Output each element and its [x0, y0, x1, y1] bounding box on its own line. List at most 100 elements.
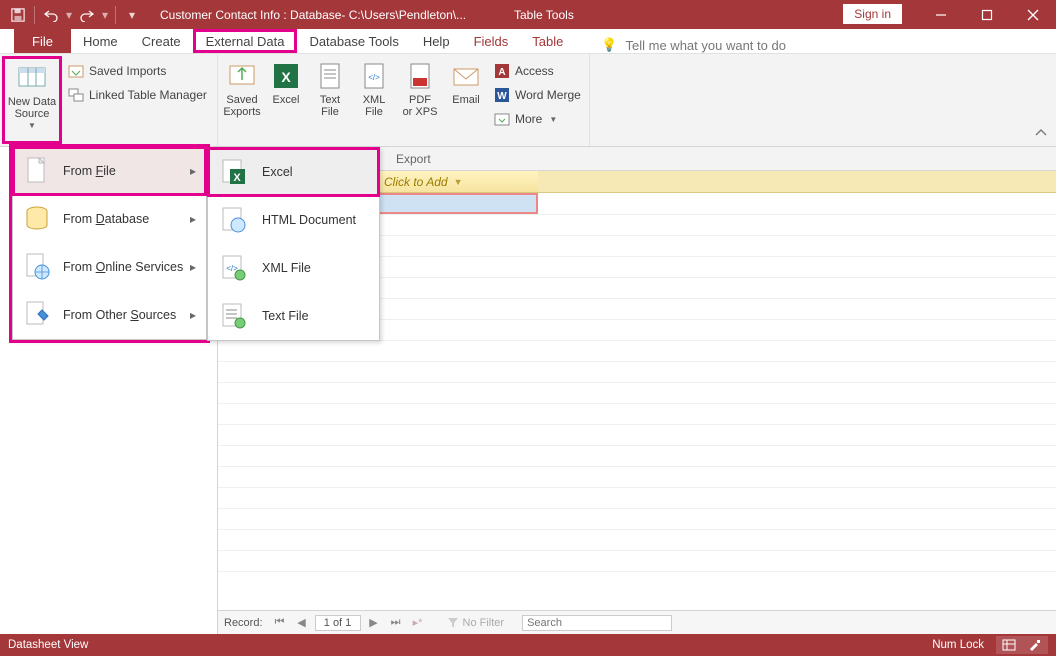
- linked-table-manager-button[interactable]: Linked Table Manager: [68, 84, 207, 106]
- export-pdf-label: PDF or XPS: [403, 94, 438, 118]
- lightbulb-icon: 💡: [601, 37, 617, 53]
- svg-text:</>: </>: [368, 73, 380, 82]
- ribbon: New Data Source ▼ Saved Imports Linked T…: [0, 54, 1056, 147]
- from-file-label: From File: [63, 164, 116, 178]
- from-online-services-menu-item[interactable]: From Online Services ▸: [13, 243, 206, 291]
- xml-icon: </>: [220, 254, 248, 282]
- separator: [115, 6, 116, 24]
- datasheet-view-button[interactable]: [996, 636, 1022, 654]
- redo-icon[interactable]: [75, 3, 99, 27]
- export-access-button[interactable]: A Access: [494, 60, 581, 82]
- last-record-button[interactable]: ⏭: [387, 616, 405, 629]
- new-data-source-button[interactable]: New Data Source ▼: [4, 58, 60, 142]
- ribbon-group-import: New Data Source ▼ Saved Imports Linked T…: [0, 54, 218, 146]
- search-box[interactable]: [522, 615, 672, 631]
- dropdown-caret-icon: ▼: [454, 177, 463, 187]
- tab-table[interactable]: Table: [520, 29, 575, 53]
- status-bar: Datasheet View Num Lock: [0, 634, 1056, 656]
- record-label: Record:: [224, 617, 263, 629]
- minimize-button[interactable]: [918, 0, 964, 29]
- from-file-submenu: X Excel HTML Document </> XML File Text …: [207, 147, 380, 341]
- no-filter-label: No Filter: [463, 617, 505, 629]
- export-word-merge-label: Word Merge: [515, 88, 581, 102]
- tab-external-data[interactable]: External Data: [193, 29, 298, 53]
- export-more-button[interactable]: More ▼: [494, 108, 581, 130]
- import-text-menu-item[interactable]: Text File: [208, 292, 379, 340]
- close-button[interactable]: [1010, 0, 1056, 29]
- svg-text:W: W: [497, 91, 507, 102]
- database-icon: [23, 205, 51, 233]
- saved-exports-icon: [226, 60, 258, 92]
- new-data-source-menu: From File ▸ From Database ▸ From Online …: [12, 147, 207, 340]
- qat-customize-icon[interactable]: ▾: [120, 3, 144, 27]
- quick-access-toolbar: ▾ ▾ ▾: [0, 3, 144, 27]
- export-xml-label: XML File: [363, 94, 386, 118]
- redo-dropdown-icon[interactable]: ▾: [99, 3, 111, 27]
- chevron-right-icon: ▸: [190, 260, 196, 274]
- collapse-ribbon-button[interactable]: [1034, 128, 1048, 138]
- title-bar: ▾ ▾ ▾ Customer Contact Info : Database- …: [0, 0, 1056, 29]
- from-file-menu-item[interactable]: From File ▸: [13, 147, 206, 195]
- saved-exports-button[interactable]: Saved Exports: [220, 56, 264, 144]
- click-to-add-column[interactable]: Click to Add ▼: [378, 171, 538, 192]
- new-record-button[interactable]: ▸*: [409, 616, 427, 629]
- record-position[interactable]: 1 of 1: [315, 615, 361, 631]
- from-other-label: From Other Sources: [63, 308, 176, 322]
- import-html-menu-item[interactable]: HTML Document: [208, 196, 379, 244]
- save-icon[interactable]: [6, 3, 30, 27]
- undo-icon[interactable]: [39, 3, 63, 27]
- saved-imports-button[interactable]: Saved Imports: [68, 60, 207, 82]
- import-html-label: HTML Document: [262, 213, 356, 227]
- new-data-source-icon: [16, 62, 48, 94]
- excel-icon: X: [270, 60, 302, 92]
- linked-table-manager-label: Linked Table Manager: [89, 88, 207, 102]
- import-xml-menu-item[interactable]: </> XML File: [208, 244, 379, 292]
- text-file-icon: [314, 60, 346, 92]
- import-excel-menu-item[interactable]: X Excel: [208, 148, 379, 196]
- export-email-button[interactable]: Email: [444, 56, 488, 144]
- from-other-sources-menu-item[interactable]: From Other Sources ▸: [13, 291, 206, 339]
- first-record-button[interactable]: ⏮: [271, 616, 289, 629]
- export-xml-button[interactable]: </> XML File: [352, 56, 396, 144]
- other-sources-icon: [23, 301, 51, 329]
- svg-text:X: X: [233, 172, 241, 184]
- filter-indicator[interactable]: No Filter: [447, 617, 505, 629]
- tell-me-placeholder: Tell me what you want to do: [626, 38, 786, 53]
- svg-text:X: X: [281, 69, 291, 85]
- export-excel-button[interactable]: X Excel: [264, 56, 308, 144]
- tab-database-tools[interactable]: Database Tools: [297, 29, 410, 53]
- export-excel-label: Excel: [273, 94, 300, 106]
- maximize-button[interactable]: [964, 0, 1010, 29]
- tab-create[interactable]: Create: [130, 29, 193, 53]
- export-more-label: More: [515, 112, 542, 126]
- linked-table-manager-icon: [68, 87, 84, 103]
- tab-home[interactable]: Home: [71, 29, 130, 53]
- dropdown-caret-icon: ▼: [28, 122, 36, 131]
- new-record-cell[interactable]: [378, 193, 538, 214]
- prev-record-button[interactable]: ◀: [293, 616, 311, 629]
- pdf-icon: [404, 60, 436, 92]
- view-switcher: [996, 636, 1048, 654]
- tab-help[interactable]: Help: [411, 29, 462, 53]
- undo-dropdown-icon[interactable]: ▾: [63, 3, 75, 27]
- export-word-merge-button[interactable]: W Word Merge: [494, 84, 581, 106]
- svg-text:A: A: [498, 67, 505, 78]
- file-icon: [23, 157, 51, 185]
- from-database-label: From Database: [63, 212, 149, 226]
- import-xml-label: XML File: [262, 261, 311, 275]
- tab-file[interactable]: File: [14, 29, 71, 53]
- tell-me-search[interactable]: 💡 Tell me what you want to do: [601, 37, 786, 53]
- word-icon: W: [494, 87, 510, 103]
- from-online-label: From Online Services: [63, 260, 183, 274]
- click-to-add-label: Click to Add: [384, 175, 448, 189]
- globe-icon: [23, 253, 51, 281]
- design-view-button[interactable]: [1022, 636, 1048, 654]
- sign-in-button[interactable]: Sign in: [843, 4, 902, 24]
- next-record-button[interactable]: ▶: [365, 616, 383, 629]
- from-database-menu-item[interactable]: From Database ▸: [13, 195, 206, 243]
- export-text-label: Text File: [320, 94, 340, 118]
- tab-fields[interactable]: Fields: [462, 29, 521, 53]
- export-pdf-button[interactable]: PDF or XPS: [396, 56, 444, 144]
- saved-exports-label: Saved Exports: [223, 94, 260, 118]
- export-text-button[interactable]: Text File: [308, 56, 352, 144]
